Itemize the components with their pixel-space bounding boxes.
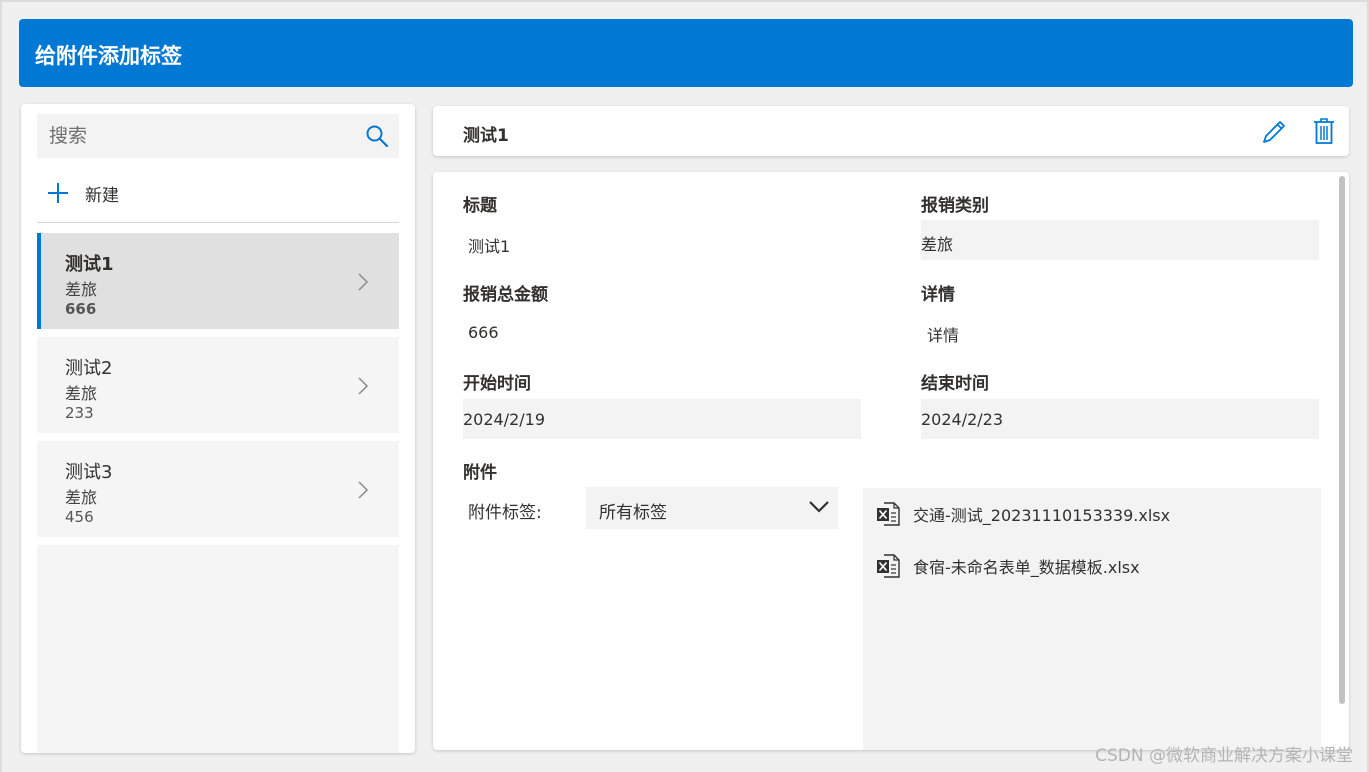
attachment-file[interactable]: 食宿-未命名表单_数据模板.xlsx (875, 552, 1140, 580)
app-title: 给附件添加标签 (35, 44, 182, 68)
detail-form: 标题 测试1 报销类别 差旅 报销总金额 666 详情 详情 开始时间 2024… (433, 172, 1349, 750)
new-record-label: 新建 (85, 185, 119, 206)
category-label: 报销类别 (921, 196, 989, 216)
list-item-amount: 233 (65, 404, 94, 422)
title-value[interactable]: 测试1 (468, 233, 510, 257)
details-value[interactable]: 详情 (927, 322, 959, 346)
attachment-file-list: 交通-测试_20231110153339.xlsx 食宿-未命名表单_数据模板.… (863, 488, 1321, 750)
list-item[interactable]: 测试2 差旅 233 (37, 337, 399, 433)
list-item-amount: 666 (65, 300, 97, 318)
list-item-amount: 456 (65, 508, 94, 526)
details-label: 详情 (921, 285, 955, 305)
category-value: 差旅 (921, 235, 954, 254)
attachment-file[interactable]: 交通-测试_20231110153339.xlsx (875, 500, 1170, 528)
record-list-panel: 新建 测试1 差旅 666 测试2 差旅 233 测试3 差旅 456 (21, 104, 415, 753)
plus-icon (48, 183, 68, 203)
detail-title-bar: 测试1 (433, 106, 1349, 156)
start-time-field[interactable]: 2024/2/19 (463, 399, 861, 439)
attachment-tag-dropdown[interactable]: 所有标签 (586, 487, 838, 529)
end-time-value: 2024/2/23 (921, 410, 1004, 429)
pencil-icon[interactable] (1261, 117, 1287, 145)
watermark: CSDN @微软商业解决方案小课堂 (1095, 746, 1353, 766)
record-title: 测试1 (463, 126, 509, 146)
list-divider (37, 222, 399, 223)
start-time-value: 2024/2/19 (463, 410, 546, 429)
list-item-title: 测试3 (65, 462, 113, 483)
list-item[interactable]: 测试1 差旅 666 (37, 233, 399, 329)
chevron-down-icon (809, 501, 829, 513)
app-header: 给附件添加标签 (19, 19, 1353, 87)
start-time-label: 开始时间 (463, 374, 531, 394)
excel-file-icon (877, 502, 900, 526)
list-item-title: 测试2 (65, 358, 113, 379)
form-scrollbar[interactable] (1339, 176, 1345, 704)
list-empty-area (37, 545, 399, 753)
title-label: 标题 (463, 196, 497, 216)
chevron-right-icon (358, 377, 369, 395)
list-item-category: 差旅 (65, 280, 98, 299)
attachment-tag-label: 附件标签: (468, 503, 542, 523)
attachment-file-name: 交通-测试_20231110153339.xlsx (913, 506, 1171, 525)
search-icon[interactable] (365, 124, 389, 148)
end-time-field[interactable]: 2024/2/23 (921, 399, 1319, 439)
search-input[interactable] (37, 114, 369, 158)
attachment-tag-selected: 所有标签 (599, 503, 667, 523)
trash-icon[interactable] (1313, 117, 1335, 145)
record-list: 测试1 差旅 666 测试2 差旅 233 测试3 差旅 456 (37, 233, 399, 545)
new-record-button[interactable]: 新建 (47, 179, 119, 207)
chevron-right-icon (358, 273, 369, 291)
chevron-right-icon (358, 481, 369, 499)
list-item-category: 差旅 (65, 488, 98, 507)
category-field[interactable]: 差旅 (921, 220, 1319, 260)
end-time-label: 结束时间 (921, 374, 989, 394)
search-box (37, 114, 399, 158)
amount-value[interactable]: 666 (468, 323, 499, 342)
list-item[interactable]: 测试3 差旅 456 (37, 441, 399, 537)
list-item-title: 测试1 (65, 254, 114, 275)
amount-label: 报销总金额 (463, 285, 548, 305)
excel-file-icon (877, 554, 900, 578)
list-item-category: 差旅 (65, 384, 98, 403)
attachment-file-name: 食宿-未命名表单_数据模板.xlsx (913, 558, 1140, 577)
attachments-label: 附件 (463, 463, 497, 483)
